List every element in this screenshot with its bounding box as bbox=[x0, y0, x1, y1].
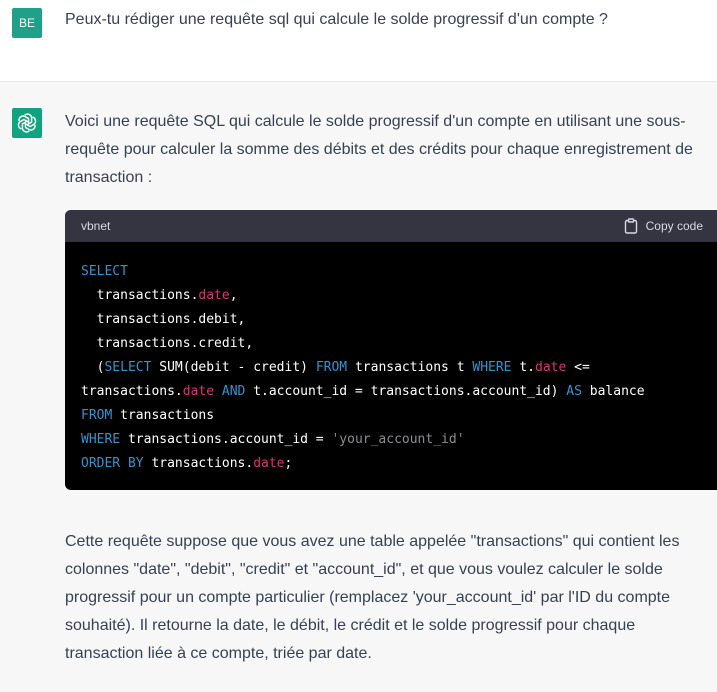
code-token: AS bbox=[566, 384, 582, 399]
code-token: WHERE bbox=[472, 360, 512, 375]
code-token: transactions. bbox=[143, 456, 254, 471]
user-message: BE Peux-tu rédiger une requête sql qui c… bbox=[0, 0, 717, 82]
openai-logo-icon bbox=[17, 113, 37, 133]
code-token: SELECT bbox=[104, 360, 152, 375]
user-avatar: BE bbox=[12, 8, 42, 38]
code-token: FROM bbox=[315, 360, 348, 375]
copy-code-button[interactable]: Copy code bbox=[624, 218, 703, 234]
code-block-header: vbnet Copy code bbox=[65, 210, 717, 242]
code-token: ( bbox=[81, 360, 105, 375]
code-content[interactable]: SELECT transactions.date, transactions.d… bbox=[65, 242, 717, 476]
copy-code-label: Copy code bbox=[645, 219, 703, 233]
code-token: ORDER BY bbox=[81, 456, 144, 471]
code-token: balance bbox=[581, 384, 645, 399]
code-block: vbnet Copy code SELECT transactions.date… bbox=[65, 210, 717, 490]
code-token: date bbox=[182, 384, 215, 399]
code-token: <= bbox=[566, 360, 590, 375]
code-token: FROM bbox=[81, 408, 113, 423]
code-token: transactions.credit, bbox=[81, 336, 254, 351]
code-language-label: vbnet bbox=[81, 219, 111, 233]
code-token: transactions t bbox=[347, 360, 473, 375]
code-token: SELECT bbox=[81, 264, 128, 279]
code-token: ; bbox=[284, 456, 293, 471]
assistant-intro-text: Voici une requête SQL qui calcule le sol… bbox=[65, 113, 693, 186]
assistant-avatar bbox=[12, 108, 42, 138]
code-token: transactions.debit, bbox=[81, 312, 246, 327]
assistant-message: Voici une requête SQL qui calcule le sol… bbox=[0, 82, 717, 692]
code-token: WHERE bbox=[81, 432, 121, 447]
code-token: t.account_id = transactions.account_id) bbox=[245, 384, 567, 399]
code-token: date bbox=[198, 288, 230, 303]
code-token: AND bbox=[221, 384, 246, 399]
code-token: transactions. bbox=[81, 384, 183, 399]
code-token: transactions.account_id = bbox=[120, 432, 332, 447]
assistant-outro-text: Cette requête suppose que vous avez une … bbox=[65, 533, 680, 662]
code-token: 'your_account_id' bbox=[331, 432, 465, 447]
clipboard-icon bbox=[624, 218, 637, 234]
code-token: date bbox=[535, 360, 567, 375]
user-message-text: Peux-tu rédiger une requête sql qui calc… bbox=[65, 11, 608, 28]
code-token: transactions bbox=[112, 408, 215, 423]
code-token: t. bbox=[511, 360, 535, 375]
code-token: transactions. bbox=[81, 288, 199, 303]
code-token: date bbox=[253, 456, 285, 471]
code-token: , bbox=[229, 288, 238, 303]
code-token: SUM(debit - credit) bbox=[151, 360, 316, 375]
